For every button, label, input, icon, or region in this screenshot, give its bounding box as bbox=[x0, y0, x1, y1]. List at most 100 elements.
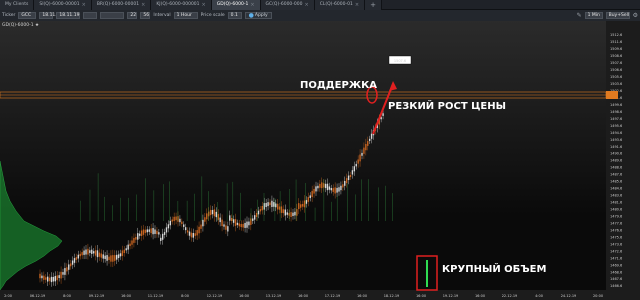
y-tick-label: 1471.6 bbox=[610, 256, 622, 260]
candle-body bbox=[184, 227, 187, 231]
apply-icon: ● bbox=[248, 12, 254, 19]
candle-body bbox=[269, 202, 271, 206]
candle-body bbox=[48, 277, 51, 282]
candle-body bbox=[87, 248, 89, 255]
candle-body bbox=[296, 209, 298, 216]
candle-body bbox=[69, 263, 72, 267]
tab-item[interactable]: BR(Q)-6000-00001 × bbox=[91, 0, 152, 10]
y-tick-label: 1507.6 bbox=[610, 61, 622, 65]
price-scale-field[interactable]: 0.1 bbox=[227, 12, 242, 19]
candle-body bbox=[294, 211, 296, 216]
candle-body bbox=[81, 252, 83, 256]
y-tick-label: 1509.6 bbox=[610, 47, 622, 51]
candle-body bbox=[280, 206, 283, 213]
candle-body bbox=[137, 233, 139, 240]
candle-body bbox=[225, 225, 227, 230]
tab-item[interactable]: GD(Q)-6000-1 × bbox=[211, 0, 261, 10]
candle-body bbox=[173, 216, 175, 222]
bars2-field[interactable]: 56 bbox=[140, 12, 151, 19]
candle-body bbox=[200, 224, 202, 229]
candle-body bbox=[79, 253, 81, 257]
candle-body bbox=[138, 233, 141, 236]
candle-body bbox=[370, 133, 373, 139]
candle-body bbox=[41, 275, 43, 279]
candle-body bbox=[349, 174, 352, 178]
close-icon[interactable]: × bbox=[250, 0, 254, 10]
tab-item[interactable]: KJ(Q)-6000-000001 × bbox=[151, 0, 212, 10]
tab-label: SI(Q)-6000-00001 bbox=[39, 2, 80, 7]
candle-body bbox=[328, 186, 331, 190]
x-tick-label: 4:00 bbox=[535, 294, 543, 298]
candle-body bbox=[299, 204, 302, 208]
draw-icon[interactable]: ✎ bbox=[577, 12, 582, 19]
close-icon[interactable]: × bbox=[355, 0, 359, 10]
candle-body bbox=[353, 166, 356, 172]
close-icon[interactable]: × bbox=[141, 0, 145, 10]
from-date-field[interactable]: 18.11.19 bbox=[39, 12, 62, 19]
candle-body bbox=[144, 229, 147, 233]
candle-body bbox=[154, 229, 156, 234]
y-tick-label: 1480.6 bbox=[610, 208, 622, 212]
chart-canvas[interactable]: 1512.6 1511.6 1509.6 1508.6 1507.6 1506.6 1505… bbox=[0, 21, 640, 300]
y-tick-label: 1489.6 bbox=[610, 159, 622, 163]
candle-body bbox=[117, 254, 120, 259]
candle-body bbox=[125, 248, 127, 251]
price-chart[interactable]: GD(Q)-6000-1 ★ 1512.6 1511.6 1509.6 1508.6 1… bbox=[0, 21, 640, 300]
apply-button[interactable]: ● Apply bbox=[244, 12, 272, 19]
close-icon[interactable]: × bbox=[305, 0, 309, 10]
candle-body bbox=[108, 256, 110, 261]
candle-body bbox=[255, 212, 258, 217]
candle-body bbox=[244, 222, 246, 228]
tab-item[interactable]: GC(Q)-6000-000 × bbox=[260, 0, 315, 10]
candle-body bbox=[135, 237, 137, 240]
candle-body bbox=[89, 250, 91, 253]
candle-body bbox=[175, 216, 177, 221]
candle-body bbox=[94, 250, 97, 256]
candle-body bbox=[301, 203, 304, 207]
from-date-input[interactable]: 18.11.19 bbox=[56, 12, 81, 19]
candle-body bbox=[115, 254, 118, 260]
candle-body bbox=[368, 138, 371, 141]
y-tick-label: 1472.6 bbox=[610, 249, 622, 253]
close-icon[interactable]: × bbox=[82, 0, 86, 10]
x-tick-label: 18.12.19 bbox=[384, 294, 400, 298]
candle-body bbox=[275, 203, 277, 208]
candle-body bbox=[133, 237, 135, 243]
add-tab-icon[interactable]: + bbox=[365, 0, 382, 10]
candle-body bbox=[265, 203, 267, 208]
timeframe-select[interactable]: 1 Min bbox=[584, 12, 603, 19]
y-tick-label: 1494.6 bbox=[610, 131, 622, 135]
price-scale-label: Price scale bbox=[200, 13, 225, 18]
tab-item[interactable]: My Clients bbox=[0, 0, 35, 10]
candle-body bbox=[142, 229, 145, 235]
candle-body bbox=[121, 250, 124, 256]
candle-body bbox=[315, 186, 317, 192]
settings-icon[interactable]: ⚙ bbox=[633, 12, 638, 19]
candle-body bbox=[232, 219, 235, 223]
candle-body bbox=[332, 188, 334, 192]
candle-body bbox=[363, 147, 365, 154]
interval-select[interactable]: 1 Hour bbox=[173, 12, 198, 19]
to-date-input[interactable] bbox=[100, 12, 125, 19]
tab-item[interactable]: SI(Q)-6000-00001 × bbox=[34, 0, 92, 10]
candle-body bbox=[190, 232, 193, 238]
ticker-field[interactable]: GCC bbox=[18, 12, 37, 19]
candle-body bbox=[119, 253, 122, 257]
candle-body bbox=[292, 212, 294, 217]
x-tick-label: 16:00 bbox=[475, 294, 485, 298]
y-tick-label: 1475.6 bbox=[610, 235, 622, 239]
candle-body bbox=[110, 255, 112, 262]
candle-body bbox=[357, 159, 359, 164]
candle-body bbox=[181, 221, 183, 225]
close-icon[interactable]: × bbox=[202, 0, 206, 10]
candle-body bbox=[311, 190, 313, 197]
tab-item[interactable]: CL(Q)-6000-01 × bbox=[314, 0, 366, 10]
tab-label: GC(Q)-6000-000 bbox=[265, 2, 303, 7]
mode-select[interactable]: Buy+Sell bbox=[605, 12, 630, 19]
bars-field[interactable]: 22 bbox=[127, 12, 138, 19]
candle-body bbox=[104, 255, 106, 259]
candle-body bbox=[253, 215, 256, 220]
price-tag-label: 1507.6 bbox=[394, 59, 406, 63]
to-date-field[interactable] bbox=[83, 12, 98, 19]
candle-body bbox=[71, 260, 74, 265]
